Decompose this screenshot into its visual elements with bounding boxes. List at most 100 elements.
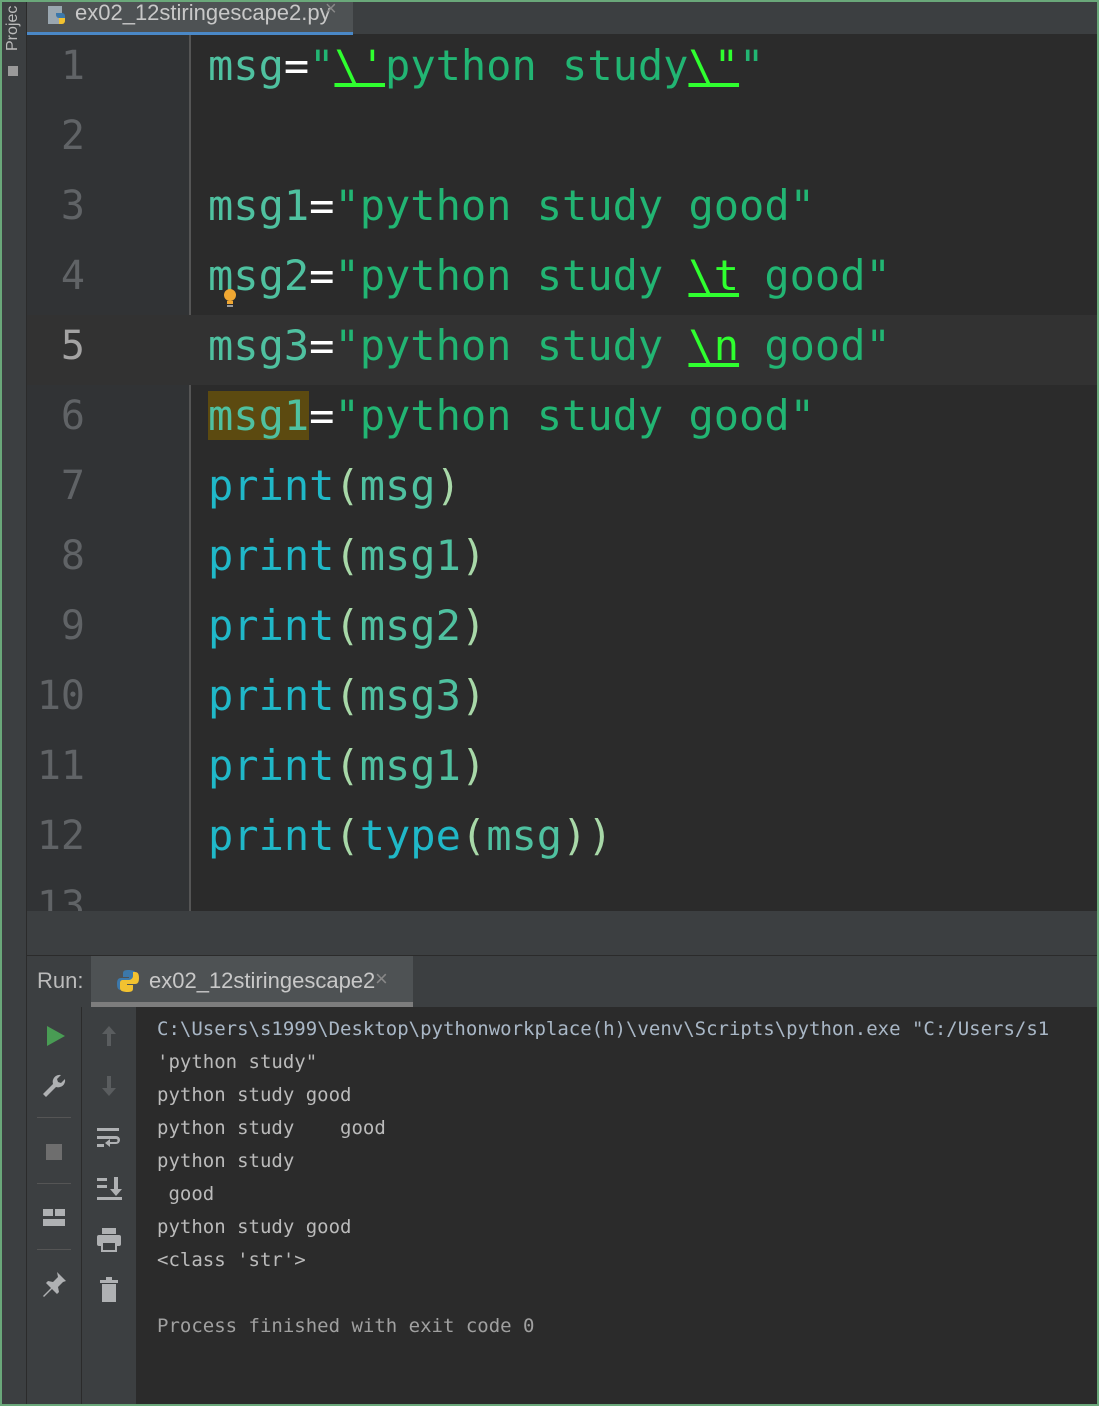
paren: (: [334, 811, 360, 860]
string-literal: "python study good": [334, 181, 815, 230]
code-line[interactable]: 9 print(msg2): [27, 595, 1097, 665]
code-text: msg3="python study \n good": [208, 321, 891, 370]
line-number: 12: [36, 813, 85, 859]
run-panel-header: Run: ex02_12stiringescape2 ×: [27, 955, 1097, 1007]
lightbulb-icon[interactable]: [222, 288, 238, 308]
variable: msg1: [208, 181, 310, 230]
string-literal: python study: [385, 41, 689, 90]
code-text: msg="\'python study\"": [208, 41, 764, 90]
code-text: print(msg): [208, 461, 461, 510]
paren: )): [562, 811, 613, 860]
paren: (: [334, 601, 360, 650]
code-line[interactable]: 3 msg1="python study good": [27, 175, 1097, 245]
layout-icon[interactable]: [39, 1203, 69, 1233]
line-number: 2: [60, 113, 85, 159]
code-line[interactable]: 11 print(msg1): [27, 735, 1097, 805]
escape-sequence: \n: [688, 321, 740, 370]
arrow-down-icon[interactable]: [94, 1071, 124, 1101]
code-text: print(msg1): [208, 531, 486, 580]
argument: msg3: [359, 671, 461, 720]
pin-icon[interactable]: [39, 1269, 69, 1299]
console-output[interactable]: C:\Users\s1999\Desktop\pythonworkplace(h…: [157, 1013, 1097, 1343]
line-number: 4: [60, 253, 85, 299]
argument: msg: [486, 811, 563, 860]
operator: =: [283, 41, 310, 90]
run-tab-close-icon[interactable]: ×: [375, 966, 388, 992]
string-literal: ": [309, 41, 335, 90]
paren: ): [460, 531, 487, 580]
project-tool-strip: Projec: [2, 2, 27, 1404]
string-literal: "python study: [334, 321, 689, 370]
paren: (: [460, 811, 487, 860]
toolbar-separator: [37, 1249, 71, 1250]
console-line: python study: [157, 1150, 306, 1172]
wrench-icon[interactable]: [39, 1071, 69, 1101]
variable: msg: [208, 41, 284, 90]
editor-tab-active[interactable]: ex02_12stiringescape2.py ×: [27, 0, 353, 36]
line-number: 9: [60, 603, 85, 649]
escape-sequence: \': [334, 41, 386, 90]
code-line[interactable]: 13: [27, 875, 1097, 911]
code-line[interactable]: 1 msg="\'python study\"": [27, 35, 1097, 105]
code-text: print(msg3): [208, 671, 486, 720]
code-text: print(msg2): [208, 601, 486, 650]
builtin-function: print: [208, 671, 335, 720]
scroll-to-end-icon[interactable]: [94, 1173, 124, 1203]
rerun-icon[interactable]: [39, 1021, 69, 1051]
variable: msg3: [208, 321, 310, 370]
paren: (: [334, 531, 360, 580]
paren: ): [435, 461, 461, 510]
builtin-function: print: [208, 461, 335, 510]
paren: ): [460, 601, 487, 650]
toolbar-separator: [37, 1183, 71, 1184]
line-number: 6: [60, 393, 85, 439]
project-square-icon: [8, 66, 18, 76]
console-line: python study good: [157, 1084, 352, 1106]
project-tool-button[interactable]: Projec: [4, 6, 24, 58]
argument: msg2: [359, 601, 461, 650]
tab-close-icon[interactable]: ×: [325, 0, 337, 21]
line-number: 13: [36, 883, 85, 911]
console-line: good: [157, 1183, 215, 1205]
code-editor[interactable]: 1 msg="\'python study\"" 2 3 msg1="pytho…: [27, 35, 1097, 911]
line-number: 7: [60, 463, 85, 509]
line-number: 5: [60, 323, 85, 369]
argument: msg: [359, 461, 436, 510]
stop-icon[interactable]: [39, 1137, 69, 1167]
code-text: print(type(msg)): [208, 811, 613, 860]
argument: msg1: [359, 531, 461, 580]
code-line[interactable]: 6 msg1="python study good": [27, 385, 1097, 455]
arrow-up-icon[interactable]: [94, 1021, 124, 1051]
paren: (: [334, 461, 360, 510]
builtin-function: print: [208, 531, 335, 580]
code-line[interactable]: 10 print(msg3): [27, 665, 1097, 735]
console-line: python study good: [157, 1216, 352, 1238]
builtin-function: type: [359, 811, 461, 860]
trash-icon[interactable]: [94, 1275, 124, 1305]
soft-wrap-icon[interactable]: [94, 1123, 124, 1153]
string-literal: "python study good": [334, 391, 815, 440]
toolbar-separator: [37, 1117, 71, 1118]
string-literal: good": [739, 251, 891, 300]
paren: (: [334, 741, 360, 790]
builtin-function: print: [208, 811, 335, 860]
line-number: 3: [60, 183, 85, 229]
run-toolbar-secondary: [82, 1007, 137, 1404]
code-line[interactable]: 12 print(type(msg)): [27, 805, 1097, 875]
code-line[interactable]: 8 print(msg1): [27, 525, 1097, 595]
console-line: 'python study": [157, 1051, 318, 1073]
line-number: 10: [36, 673, 85, 719]
print-icon[interactable]: [94, 1225, 124, 1255]
run-panel: C:\Users\s1999\Desktop\pythonworkplace(h…: [27, 1007, 1097, 1404]
code-line[interactable]: 4 msg2="python study \t good": [27, 245, 1097, 315]
string-literal: ": [739, 41, 765, 90]
string-literal: "python study: [334, 251, 689, 300]
code-line[interactable]: 2: [27, 105, 1097, 175]
run-toolbar-primary: [27, 1007, 82, 1404]
run-tab[interactable]: ex02_12stiringescape2 ×: [91, 956, 413, 1007]
code-line[interactable]: 7 print(msg): [27, 455, 1097, 525]
code-text: print(msg1): [208, 741, 486, 790]
operator: =: [309, 181, 335, 230]
code-line-current[interactable]: 5 msg3="python study \n good": [27, 315, 1097, 385]
